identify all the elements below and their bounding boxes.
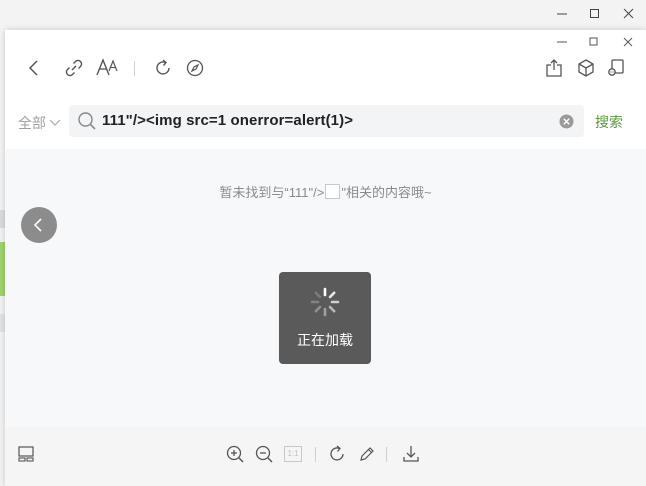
edit-icon [357, 444, 377, 464]
back-button[interactable] [21, 55, 47, 81]
chevron-down-icon [49, 118, 61, 128]
share-icon [544, 58, 564, 78]
minimize-icon [556, 8, 568, 20]
zoom-in-button[interactable] [223, 442, 247, 466]
cube-icon [576, 58, 596, 78]
outer-maximize-button[interactable] [578, 0, 612, 28]
refresh-button[interactable] [150, 55, 176, 81]
bottom-divider [386, 447, 387, 462]
layout-button[interactable] [14, 442, 38, 466]
search-button[interactable]: 搜索 [595, 112, 623, 132]
outer-close-button[interactable] [612, 0, 646, 28]
bottom-divider [315, 447, 316, 462]
minimize-button[interactable] [546, 30, 578, 54]
zoom-in-icon [225, 444, 245, 464]
zoom-out-icon [254, 444, 274, 464]
maximize-icon [589, 8, 601, 20]
maximize-button[interactable] [578, 30, 610, 54]
zoom-out-button[interactable] [252, 442, 276, 466]
empty-result-prefix: 暂未找到与“111"/> [219, 185, 325, 200]
actual-size-button: 1:1 [281, 442, 305, 466]
maximize-icon [588, 36, 600, 48]
close-icon [623, 8, 635, 20]
browser-window: 全部 111"/><img src=1 onerror=alert(1)> 搜索… [5, 30, 646, 486]
search-query-text: 111"/><img src=1 onerror=alert(1)> [102, 112, 354, 129]
font-size-icon [95, 57, 121, 79]
share-button[interactable] [541, 55, 567, 81]
actual-size-label: 1:1 [287, 449, 299, 458]
loading-spinner-icon [309, 286, 341, 318]
loading-label: 正在加载 [297, 332, 353, 348]
back-icon [24, 58, 44, 78]
download-icon [401, 444, 421, 464]
edit-button[interactable] [355, 442, 379, 466]
empty-result-suffix: "相关的内容哦~ [341, 185, 432, 200]
link-icon [64, 58, 84, 78]
rotate-button[interactable] [325, 442, 349, 466]
layout-icon [17, 445, 35, 463]
toolbar-divider [134, 61, 135, 76]
cube-button[interactable] [573, 55, 599, 81]
floating-back-button[interactable] [21, 207, 57, 243]
close-icon [622, 36, 634, 48]
font-size-button[interactable] [93, 55, 123, 81]
minimize-icon [556, 36, 568, 48]
broken-image-icon [325, 184, 341, 199]
search-icon [77, 111, 97, 131]
download-button[interactable] [399, 442, 423, 466]
copy-link-button[interactable] [61, 55, 87, 81]
search-scope-dropdown[interactable]: 全部 [18, 113, 61, 133]
search-input[interactable]: 111"/><img src=1 onerror=alert(1)> [69, 105, 584, 137]
rotate-icon [327, 444, 347, 464]
refresh-icon [153, 58, 173, 78]
search-scope-label: 全部 [18, 115, 46, 131]
compass-icon [185, 58, 205, 78]
outer-minimize-button[interactable] [545, 0, 579, 28]
loading-toast: 正在加载 [279, 272, 371, 364]
close-button[interactable] [612, 30, 644, 54]
chevron-left-icon [32, 217, 46, 233]
open-in-browser-button[interactable] [182, 55, 208, 81]
clear-input-icon[interactable] [559, 114, 574, 129]
actual-size-icon: 1:1 [284, 446, 302, 462]
mini-program-button[interactable] [603, 55, 629, 81]
empty-result-message: 暂未找到与“111"/> "相关的内容哦~ [5, 182, 646, 201]
mini-program-icon [606, 58, 626, 78]
